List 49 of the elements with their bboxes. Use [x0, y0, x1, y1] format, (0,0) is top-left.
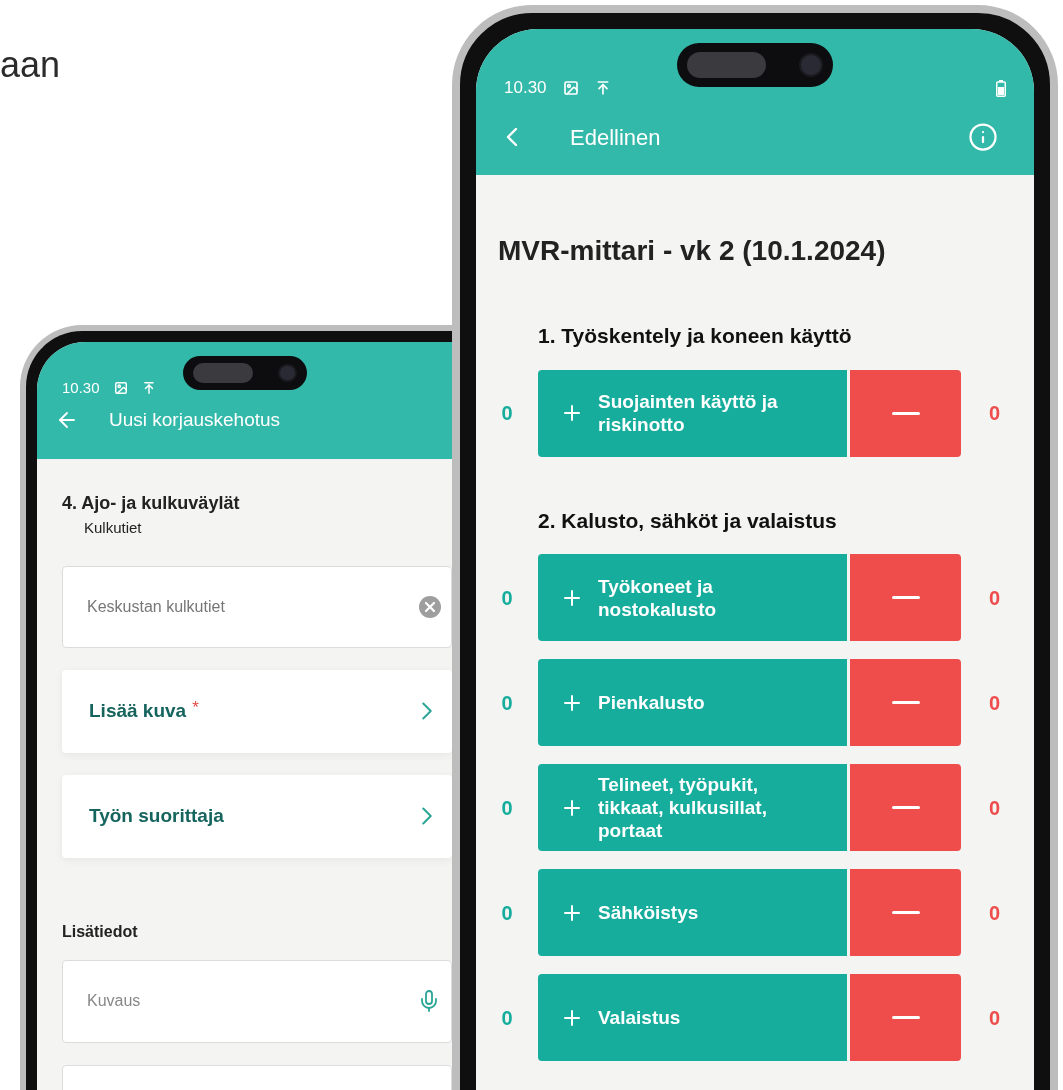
plus-button[interactable]: Valaistus — [538, 974, 847, 1061]
minus-icon — [891, 701, 920, 704]
minus-count: 0 — [987, 401, 1002, 426]
group-title: 1. Työskentely ja koneen käyttö — [537, 323, 853, 349]
minus-count: 0 — [987, 585, 1002, 611]
upload-icon — [141, 381, 156, 395]
caption-text: aan — [0, 43, 61, 87]
minus-button[interactable] — [850, 369, 961, 457]
image-icon — [113, 381, 128, 395]
clear-icon[interactable] — [419, 595, 441, 618]
status-time: 10.30 — [62, 377, 100, 398]
plus-button[interactable]: Sähköistys — [538, 869, 847, 956]
minus-count: 0 — [987, 1005, 1002, 1031]
back-label[interactable]: Edellinen — [570, 120, 661, 154]
section-subtitle: Kulkutiet — [83, 518, 143, 538]
plus-button[interactable]: Työkoneet ja nostokalusto — [538, 554, 847, 641]
plus-count: 0 — [500, 585, 514, 611]
minus-icon — [891, 411, 920, 415]
minus-icon — [891, 1016, 920, 1019]
plus-count: 0 — [500, 401, 514, 426]
plus-count: 0 — [500, 690, 514, 716]
info-icon[interactable] — [968, 122, 998, 152]
required-mark: * — [192, 697, 199, 720]
plus-count: 0 — [500, 795, 514, 821]
plus-button[interactable]: Telineet, työpukit, tikkaat, kulkusillat, portaat — [538, 764, 847, 851]
plus-button[interactable]: Pienkalusto — [538, 659, 847, 746]
description-field[interactable]: Kuvaus — [62, 959, 452, 1043]
screen-title: MVR-mittari - vk 2 (10.1.2024) — [497, 234, 887, 268]
link-card[interactable]: Lisää kuva * — [62, 669, 452, 753]
status-time: 10.30 — [504, 77, 547, 100]
details-heading: Lisätiedot — [62, 921, 139, 942]
plus-button[interactable]: Suojainten käyttö ja riskinotto — [538, 369, 847, 457]
plus-count: 0 — [500, 900, 514, 926]
section-title: 4. Ajo- ja kulkuväylät — [62, 492, 241, 515]
minus-count: 0 — [987, 900, 1002, 926]
minus-icon — [891, 806, 920, 809]
link-label: Työn suorittaja — [89, 803, 224, 828]
minus-count: 0 — [987, 795, 1002, 821]
image-icon — [562, 80, 579, 96]
link-label: Lisää kuva — [89, 698, 187, 723]
location-field[interactable]: Keskustan kulkutiet — [62, 565, 452, 648]
battery-icon — [996, 79, 1006, 97]
group-title: 2. Kalusto, sähköt ja valaistus — [537, 507, 838, 534]
screen-title: Uusi korjauskehotus — [109, 408, 281, 432]
link-card[interactable]: Työn suorittaja — [62, 774, 452, 858]
minus-count: 0 — [987, 690, 1002, 716]
minus-icon — [891, 911, 920, 914]
plus-count: 0 — [500, 1005, 514, 1031]
minus-icon — [891, 596, 920, 599]
